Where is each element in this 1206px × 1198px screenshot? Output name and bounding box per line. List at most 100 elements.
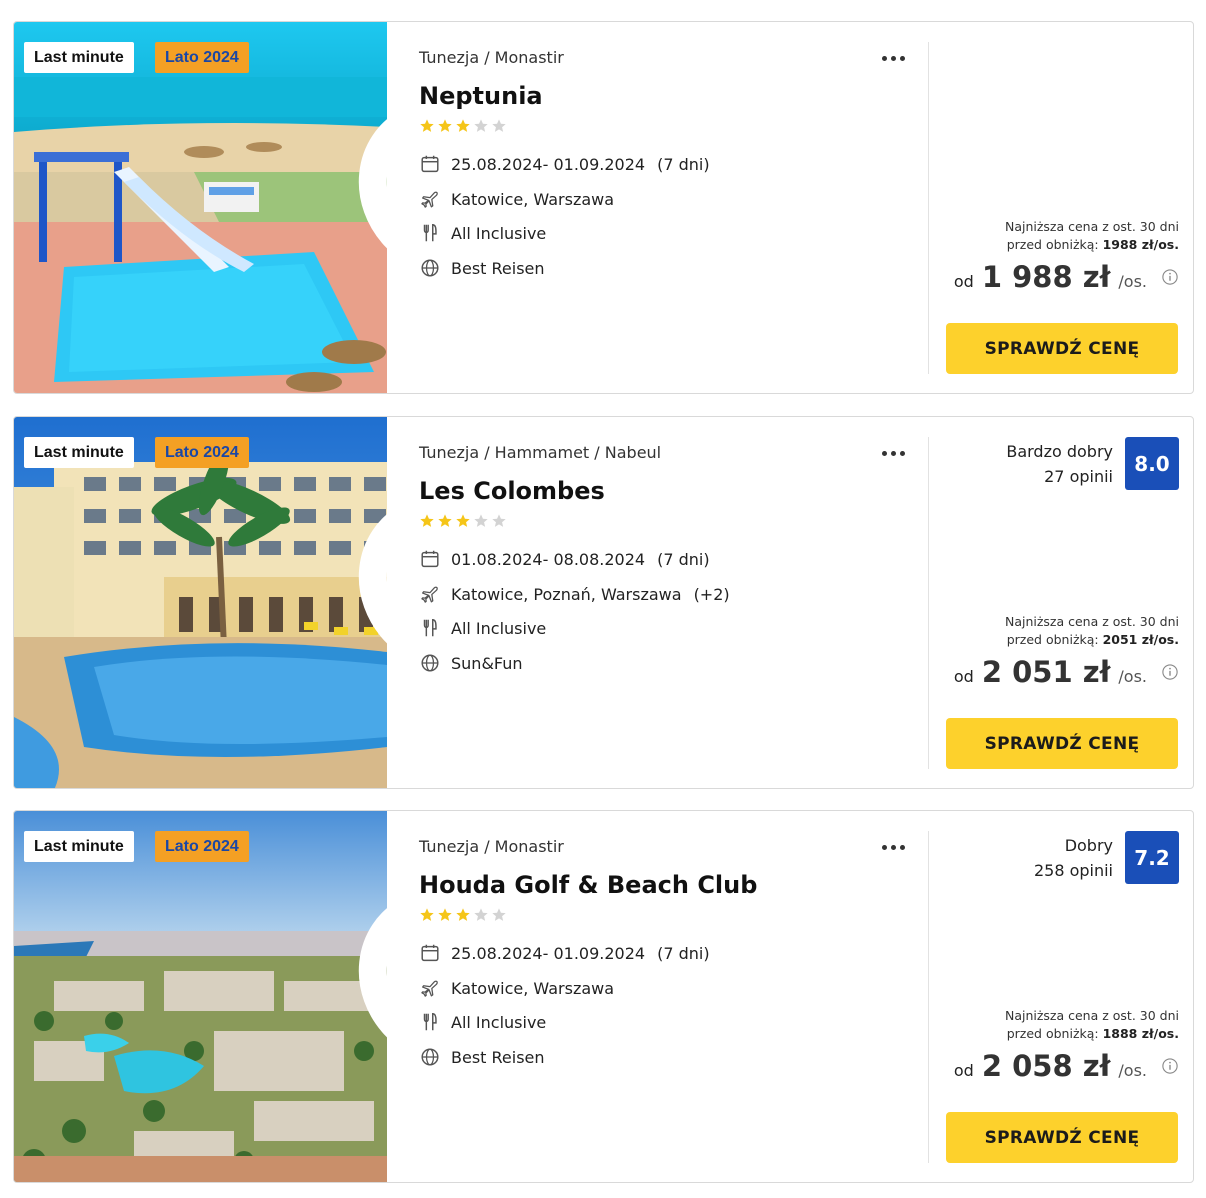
departures-text: Katowice, Warszawa <box>451 189 615 209</box>
board-text: All Inclusive <box>451 223 547 243</box>
star-icon <box>438 119 452 132</box>
price-row: od 1 988 zł /os. <box>954 260 1179 294</box>
check-price-button[interactable]: SPRAWDŹ CENĘ <box>946 323 1178 374</box>
rating-summary[interactable]: Dobry 258 opinii <box>1034 833 1113 883</box>
reviews-count: 27 opinii <box>1044 467 1113 486</box>
info-icon[interactable] <box>1161 268 1179 286</box>
check-price-button[interactable]: SPRAWDŹ CENĘ <box>946 718 1178 769</box>
cutlery-icon <box>423 224 437 242</box>
departures-extra-count[interactable]: (+2) <box>694 585 730 604</box>
star-icon <box>456 514 470 527</box>
price-per-person: /os. <box>1118 667 1147 686</box>
plane-icon <box>421 586 438 603</box>
lowest-price-line1: Najniższa cena z ost. 30 dni <box>1004 1008 1179 1023</box>
lowest-price-note: Najniższa cena z ost. 30 dni przed obniż… <box>1005 1007 1179 1043</box>
departures-text: Katowice, Poznań, Warszawa <box>451 584 682 604</box>
lowest-price-value: 1888 zł/os. <box>1102 1026 1179 1041</box>
board-text: All Inclusive <box>451 1012 547 1032</box>
hotel-location[interactable]: Tunezja / Monastir <box>419 837 564 856</box>
star-icon <box>474 514 488 527</box>
departure-airports: Katowice, Poznań, Warszawa (+2) <box>419 582 730 606</box>
operator-text: Best Reisen <box>451 1047 545 1067</box>
info-icon[interactable] <box>1161 663 1179 681</box>
star-icon <box>420 514 434 527</box>
lowest-price-note: Najniższa cena z ost. 30 dni przed obniż… <box>1005 218 1179 254</box>
star-icon <box>492 908 506 921</box>
offer-card[interactable]: Last minute Lato 2024 Tunezja / Monastir… <box>13 21 1194 394</box>
rating-score-badge[interactable]: 7.2 <box>1125 831 1179 884</box>
lowest-price-value: 2051 zł/os. <box>1102 632 1179 647</box>
hotel-name[interactable]: Neptunia <box>419 82 543 110</box>
departure-airports: Katowice, Warszawa <box>419 187 614 211</box>
board-type: All Inclusive <box>419 1010 546 1034</box>
cutlery-icon <box>423 619 437 637</box>
last-minute-badge: Last minute <box>24 831 134 862</box>
duration-text: (7 dni) <box>657 549 710 569</box>
info-icon[interactable] <box>1161 1057 1179 1075</box>
plane-icon <box>421 980 438 997</box>
price-from-label: od <box>953 667 974 686</box>
calendar-icon <box>421 944 439 962</box>
lowest-price-prefix: przed obniżką: <box>1006 632 1103 647</box>
price-row: od 2 058 zł /os. <box>954 1049 1179 1083</box>
heart-icon[interactable] <box>332 40 387 394</box>
cutlery-icon <box>423 1013 437 1031</box>
board-type: All Inclusive <box>419 616 546 640</box>
star-rating <box>419 907 507 923</box>
star-icon <box>438 908 452 921</box>
check-price-button[interactable]: SPRAWDŹ CENĘ <box>946 1112 1178 1163</box>
star-icon <box>420 908 434 921</box>
rating-label: Bardzo dobry <box>1006 442 1113 461</box>
rating-score-badge[interactable]: 8.0 <box>1125 437 1179 490</box>
hotel-photo[interactable]: Last minute Lato 2024 <box>14 417 387 789</box>
calendar-icon <box>421 155 439 173</box>
offer-info: Tunezja / Hammamet / Nabeul Les Colombes… <box>419 417 929 788</box>
heart-icon[interactable] <box>332 435 387 789</box>
lowest-price-prefix: przed obniżką: <box>1006 237 1103 252</box>
lowest-price-note: Najniższa cena z ost. 30 dni przed obniż… <box>1005 613 1179 649</box>
star-icon <box>438 514 452 527</box>
calendar-icon <box>421 550 439 568</box>
rating-summary[interactable]: Bardzo dobry 27 opinii <box>1006 439 1113 489</box>
hotel-photo[interactable]: Last minute Lato 2024 <box>14 22 387 394</box>
tour-operator: Sun&Fun <box>419 651 523 675</box>
more-options-icon[interactable] <box>877 441 909 465</box>
star-rating <box>419 118 507 134</box>
offer-card[interactable]: Last minute Lato 2024 Tunezja / Monastir… <box>13 810 1194 1183</box>
star-icon <box>492 119 506 132</box>
lowest-price-line1: Najniższa cena z ost. 30 dni <box>1004 614 1179 629</box>
departures-text: Katowice, Warszawa <box>451 978 615 998</box>
hotel-location[interactable]: Tunezja / Hammamet / Nabeul <box>419 443 661 462</box>
offer-info: Tunezja / Monastir Neptunia 25.08.2024- … <box>419 22 929 393</box>
board-text: All Inclusive <box>451 618 547 638</box>
globe-icon <box>421 259 439 277</box>
price-per-person: /os. <box>1118 272 1147 291</box>
hotel-photo[interactable]: Last minute Lato 2024 <box>14 811 387 1183</box>
lowest-price-line1: Najniższa cena z ost. 30 dni <box>1004 219 1179 234</box>
star-icon <box>474 119 488 132</box>
travel-dates: 25.08.2024- 01.09.2024 (7 dni) <box>419 152 710 176</box>
travel-dates: 01.08.2024- 08.08.2024 (7 dni) <box>419 547 710 571</box>
lowest-price-value: 1988 zł/os. <box>1102 237 1179 252</box>
tour-operator: Best Reisen <box>419 1045 545 1069</box>
dates-text: 25.08.2024- 01.09.2024 <box>451 943 646 963</box>
hotel-name[interactable]: Les Colombes <box>419 477 605 505</box>
price-panel: Najniższa cena z ost. 30 dni przed obniż… <box>929 22 1193 393</box>
price-value: 2 058 zł <box>981 1049 1111 1083</box>
star-icon <box>420 119 434 132</box>
price-panel: Bardzo dobry 27 opinii 8.0 Najniższa cen… <box>929 417 1193 788</box>
globe-icon <box>421 1048 439 1066</box>
heart-icon[interactable] <box>332 829 387 1183</box>
plane-icon <box>421 191 438 208</box>
hotel-location[interactable]: Tunezja / Monastir <box>419 48 564 67</box>
duration-text: (7 dni) <box>657 943 710 963</box>
offer-card[interactable]: Last minute Lato 2024 Tunezja / Hammamet… <box>13 416 1194 789</box>
price-per-person: /os. <box>1118 1061 1147 1080</box>
more-options-icon[interactable] <box>877 835 909 859</box>
price-value: 2 051 zł <box>981 655 1111 689</box>
season-badge: Lato 2024 <box>155 831 249 862</box>
hotel-name[interactable]: Houda Golf & Beach Club <box>419 871 757 899</box>
more-options-icon[interactable] <box>877 46 909 70</box>
star-icon <box>492 514 506 527</box>
last-minute-badge: Last minute <box>24 42 134 73</box>
